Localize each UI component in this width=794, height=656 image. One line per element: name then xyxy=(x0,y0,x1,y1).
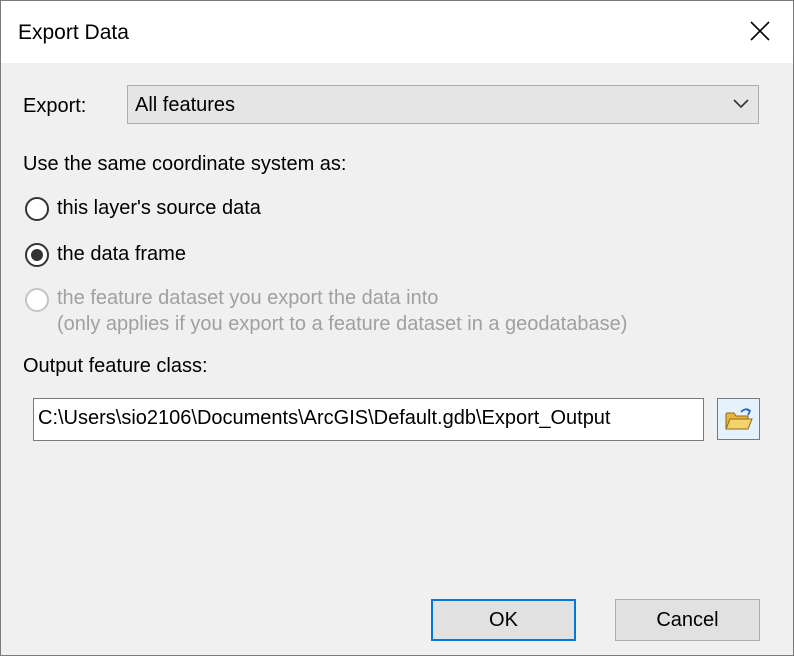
cancel-button[interactable]: Cancel xyxy=(615,599,760,641)
title-bar: Export Data xyxy=(1,1,793,63)
chevron-down-icon xyxy=(733,99,749,109)
export-dropdown[interactable]: All features xyxy=(127,85,759,124)
output-path-field[interactable] xyxy=(38,407,698,430)
open-folder-icon xyxy=(725,408,753,430)
output-feature-class-label: Output feature class: xyxy=(23,355,208,377)
coordinate-system-heading: Use the same coordinate system as: xyxy=(23,153,347,175)
radio-feature-dataset xyxy=(25,288,49,312)
radio-source-data-label[interactable]: this layer's source data xyxy=(57,197,261,220)
radio-selected-dot xyxy=(31,249,43,261)
ok-button[interactable]: OK xyxy=(431,599,576,641)
export-dropdown-value: All features xyxy=(135,94,236,116)
output-path-field-box[interactable] xyxy=(33,398,704,441)
close-icon xyxy=(750,21,770,41)
radio-data-frame[interactable] xyxy=(25,243,49,267)
close-button[interactable] xyxy=(735,9,785,55)
export-label: Export: xyxy=(23,95,87,117)
radio-data-frame-label[interactable]: the data frame xyxy=(57,243,186,266)
radio-feature-dataset-label: the feature dataset you export the data … xyxy=(57,287,439,309)
dialog-title: Export Data xyxy=(18,21,129,44)
browse-button[interactable] xyxy=(717,398,760,440)
export-data-dialog: Export Data Export: All features Use the… xyxy=(0,0,794,656)
radio-source-data[interactable] xyxy=(25,197,49,221)
radio-feature-dataset-note: (only applies if you export to a feature… xyxy=(57,313,628,335)
